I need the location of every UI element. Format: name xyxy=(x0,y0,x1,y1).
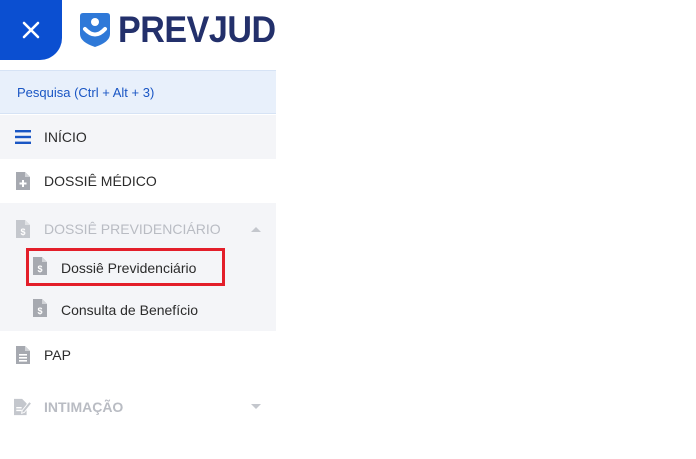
menu-item-label: DOSSIÊ PREVIDENCIÁRIO xyxy=(44,221,221,237)
sidebar-menu: INÍCIO DOSSIÊ MÉDICO $ DOSSIÊ PREVIDENCI… xyxy=(0,115,276,429)
close-icon xyxy=(22,21,40,39)
menu-item-dossie-medico[interactable]: DOSSIÊ MÉDICO xyxy=(0,159,276,203)
svg-text:$: $ xyxy=(37,306,42,316)
app-header: PREVJUD xyxy=(0,0,276,70)
hamburger-icon xyxy=(14,127,32,147)
prevjud-shield-icon xyxy=(80,13,110,47)
menu-item-label: INÍCIO xyxy=(44,129,87,145)
search-label: Pesquisa (Ctrl + Alt + 3) xyxy=(17,84,155,100)
submenu-item-dossie-previdenciario[interactable]: $ Dossiê Previdenciário xyxy=(0,247,276,289)
menu-item-label: INTIMAÇÃO xyxy=(44,399,124,415)
submenu-item-label: Consulta de Benefício xyxy=(61,302,198,318)
medical-document-icon xyxy=(14,171,32,191)
prevjud-logo[interactable]: PREVJUD xyxy=(78,10,289,50)
menu-item-dossie-previdenciario[interactable]: $ DOSSIÊ PREVIDENCIÁRIO xyxy=(0,203,276,247)
menu-item-intimacao[interactable]: INTIMAÇÃO xyxy=(0,385,276,429)
menu-group-dossie-previdenciario: $ DOSSIÊ PREVIDENCIÁRIO $ Dossiê Previde… xyxy=(0,203,276,331)
menu-item-label: DOSSIÊ MÉDICO xyxy=(44,173,157,189)
money-document-icon: $ xyxy=(33,298,47,322)
logo-text: PREVJUD xyxy=(118,9,276,50)
submenu-item-consulta-beneficio[interactable]: $ Consulta de Benefício xyxy=(0,289,276,331)
menu-item-label: PAP xyxy=(44,347,71,363)
svg-text:$: $ xyxy=(20,227,25,237)
search-shortcut[interactable]: Pesquisa (Ctrl + Alt + 3) xyxy=(0,70,276,114)
menu-item-inicio[interactable]: INÍCIO xyxy=(0,115,276,159)
menu-item-pap[interactable]: PAP xyxy=(0,333,276,377)
close-menu-button[interactable] xyxy=(0,0,62,60)
money-document-icon: $ xyxy=(14,219,32,239)
edit-document-icon xyxy=(14,397,32,417)
chevron-up-icon[interactable] xyxy=(250,225,262,233)
highlight-box xyxy=(26,248,225,286)
chevron-down-icon[interactable] xyxy=(250,403,262,411)
document-icon xyxy=(14,345,32,365)
